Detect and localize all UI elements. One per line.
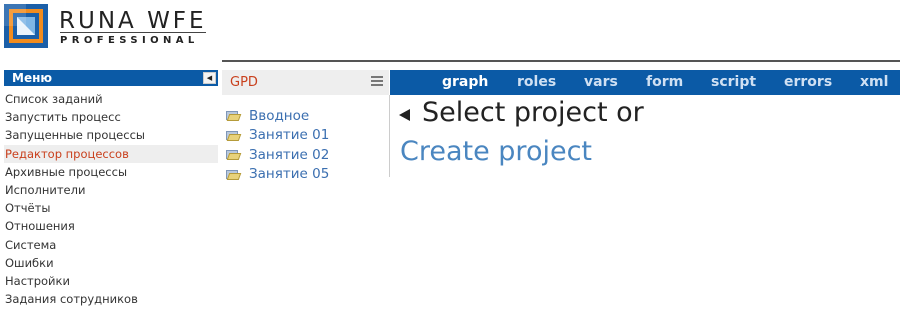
menu-item-errors[interactable]: Ошибки <box>4 254 218 272</box>
menu-item-archived-processes[interactable]: Архивные процессы <box>4 163 218 181</box>
project-panel-title: GPD <box>230 75 258 90</box>
main-menu: Меню ◀ Список заданий Запустить процесс … <box>4 70 218 308</box>
hamburger-icon[interactable] <box>371 76 383 86</box>
project-item[interactable]: Занятие 02 <box>226 145 329 165</box>
collapse-menu-button[interactable]: ◀ <box>203 72 216 84</box>
panel-divider <box>389 95 390 177</box>
menu-item-reports[interactable]: Отчёты <box>4 199 218 217</box>
menu-item-task-list[interactable]: Список заданий <box>4 90 218 108</box>
select-project-text: Select project or <box>422 97 644 128</box>
project-item[interactable]: Занятие 05 <box>226 165 329 185</box>
tab-roles[interactable]: roles <box>517 74 556 90</box>
triangle-left-icon: ◀ <box>206 74 213 82</box>
menu-item-start-process[interactable]: Запустить процесс <box>4 108 218 126</box>
menu-item-system[interactable]: Система <box>4 236 218 254</box>
brand-subtitle: PROFESSIONAL <box>60 35 199 46</box>
project-item[interactable]: Занятие 01 <box>226 126 329 146</box>
tab-vars[interactable]: vars <box>584 74 618 90</box>
project-list: Вводное Занятие 01 Занятие 02 Занятие 05 <box>226 106 329 184</box>
menu-header: Меню ◀ <box>4 70 218 86</box>
menu-item-executors[interactable]: Исполнители <box>4 181 218 199</box>
runa-logo-icon <box>4 4 48 48</box>
create-project-link[interactable]: Create project <box>400 136 592 167</box>
project-label: Вводное <box>249 107 310 124</box>
folder-open-icon <box>226 169 242 180</box>
select-project-prompt: Select project or <box>399 97 644 128</box>
tab-graph[interactable]: graph <box>442 74 488 90</box>
menu-item-running-processes[interactable]: Запущенные процессы <box>4 126 218 144</box>
brand-logo[interactable]: RUNA WFE PROFESSIONAL <box>4 4 207 50</box>
project-panel-header: GPD <box>222 70 389 95</box>
menu-item-relations[interactable]: Отношения <box>4 217 218 235</box>
menu-item-process-editor[interactable]: Редактор процессов <box>4 144 218 163</box>
tab-errors[interactable]: errors <box>784 74 832 90</box>
tab-xml[interactable]: xml <box>860 74 888 90</box>
folder-open-icon <box>226 110 242 122</box>
tab-script[interactable]: script <box>711 74 756 90</box>
editor-tab-bar: graph roles vars form script errors xml <box>390 70 900 95</box>
project-label: Занятие 05 <box>249 166 330 183</box>
folder-open-icon <box>226 130 242 141</box>
project-label: Занятие 02 <box>249 146 330 163</box>
menu-title: Меню <box>12 71 53 85</box>
project-item[interactable]: Вводное <box>226 106 329 126</box>
tab-form[interactable]: form <box>646 74 683 90</box>
menu-item-employee-tasks[interactable]: Задания сотрудников <box>4 290 218 308</box>
brand-title: RUNA WFE <box>59 8 207 34</box>
brand-rule <box>60 32 206 33</box>
menu-list: Список заданий Запустить процесс Запущен… <box>4 90 218 308</box>
menu-item-settings[interactable]: Настройки <box>4 272 218 290</box>
folder-open-icon <box>226 149 242 161</box>
project-label: Занятие 01 <box>249 127 330 144</box>
triangle-left-icon[interactable] <box>399 108 410 121</box>
header-divider <box>222 60 900 62</box>
